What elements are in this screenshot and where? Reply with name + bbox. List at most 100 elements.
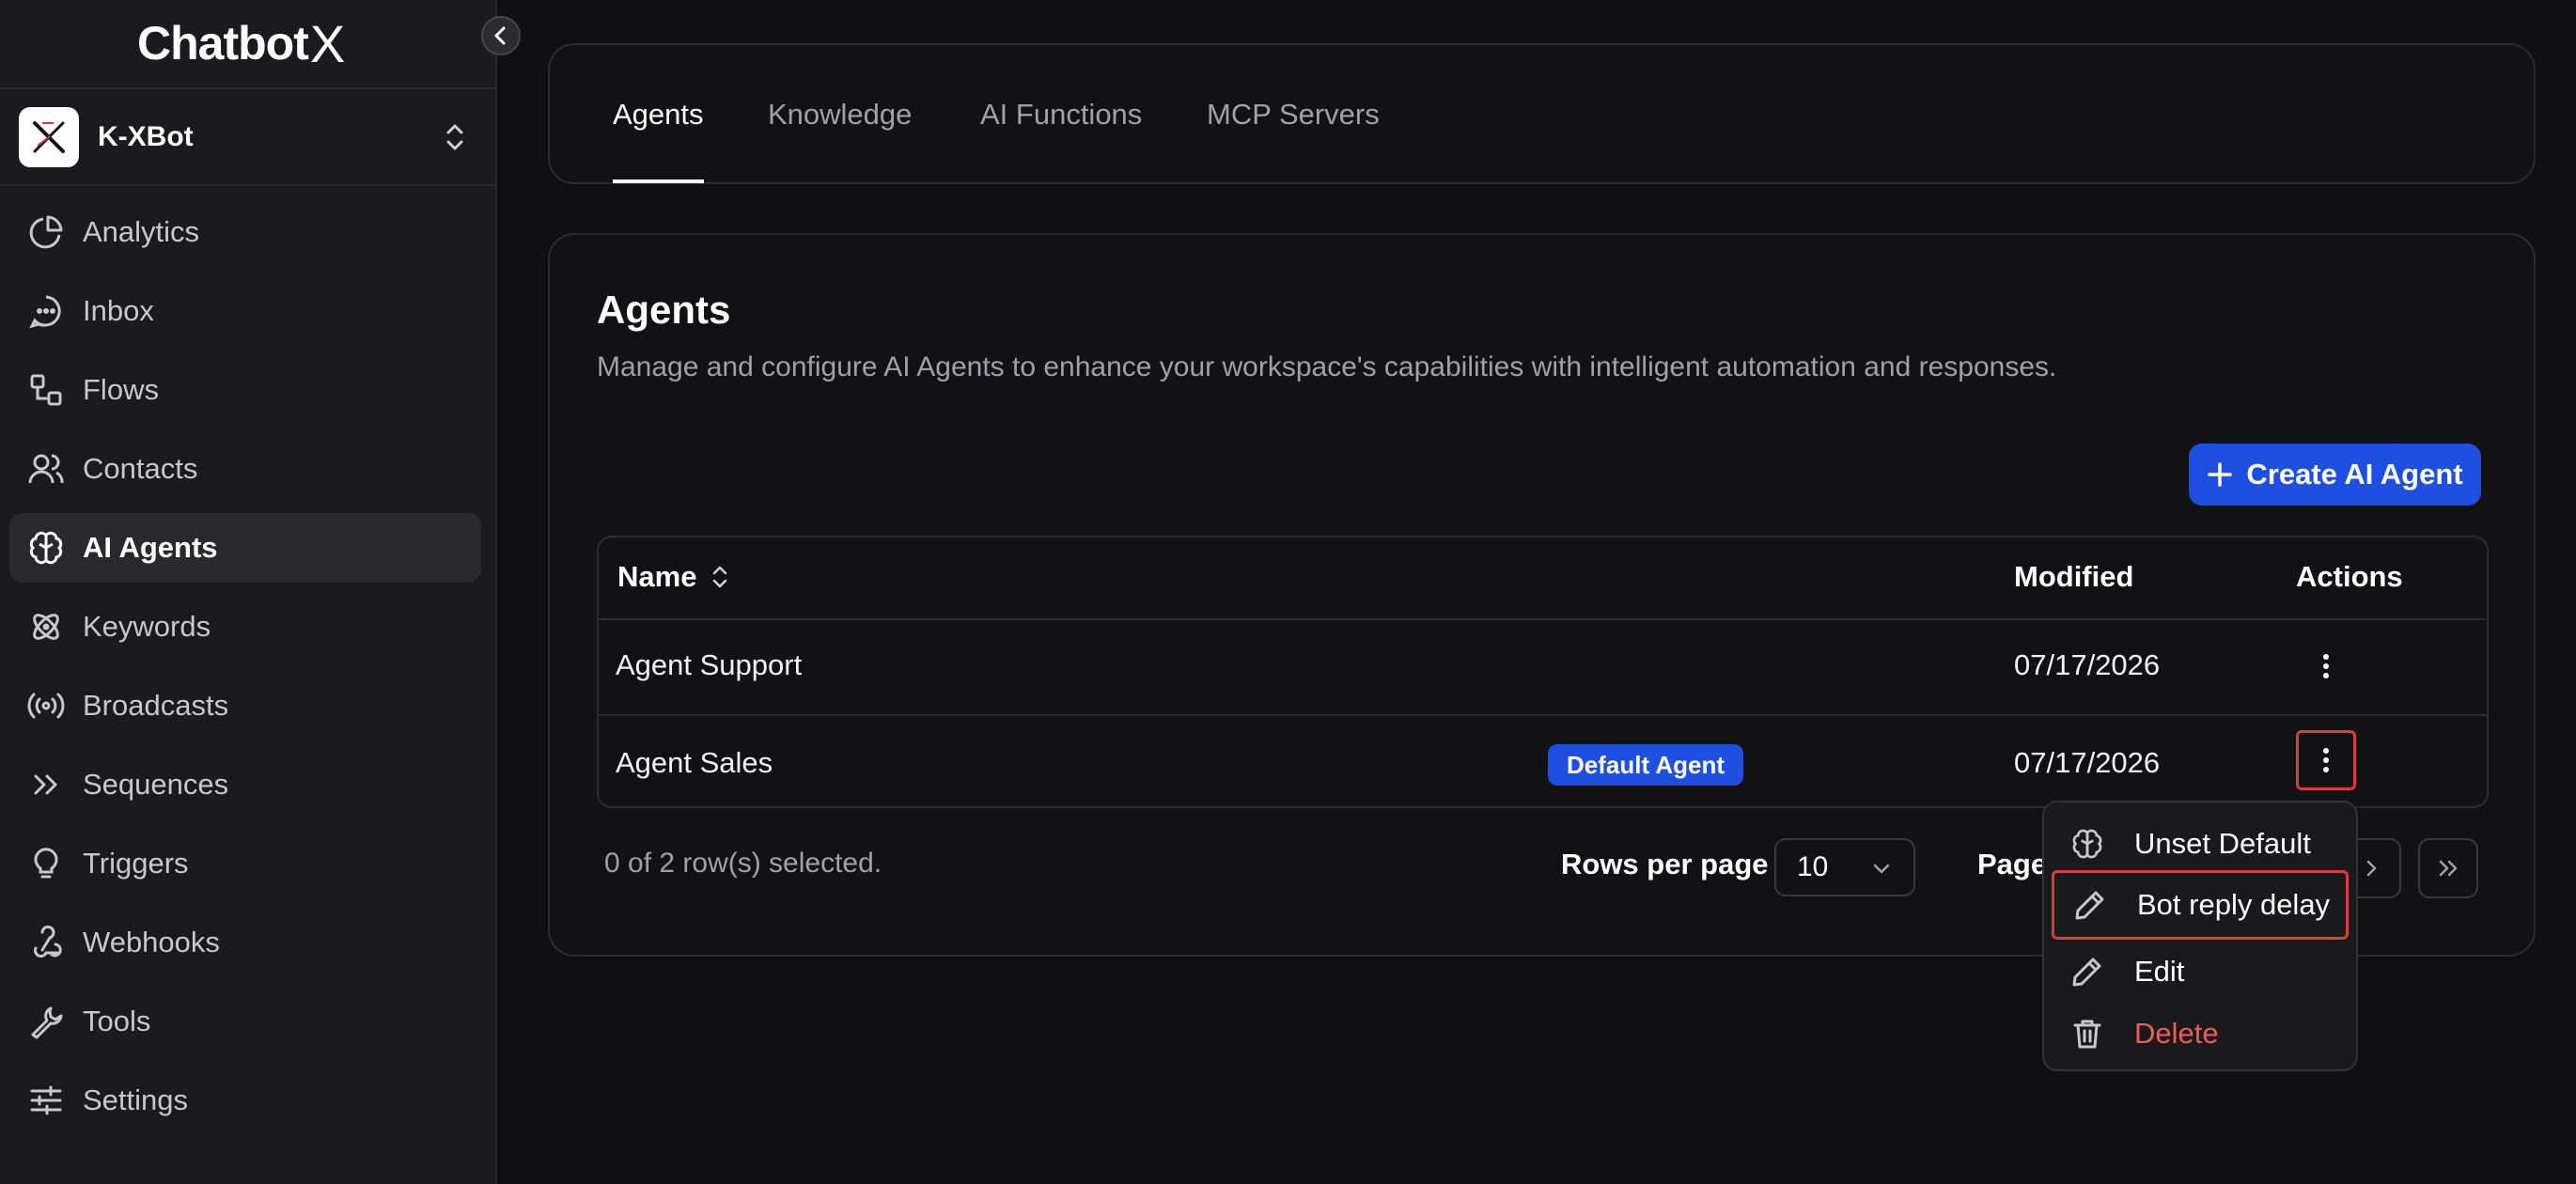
sidebar-item-sequences[interactable]: Sequences: [9, 750, 481, 819]
page-title: Agents: [597, 288, 731, 332]
sidebar-item-label: Settings: [83, 1083, 189, 1116]
sidebar-item-webhooks[interactable]: Webhooks: [9, 908, 481, 977]
rows-per-page-label: Rows per page: [1561, 848, 1769, 880]
sidebar-item-label: Keywords: [83, 610, 211, 643]
table-row[interactable]: Agent Support 07/17/2026: [599, 618, 2487, 716]
rows-per-page-value: 10: [1797, 851, 1829, 882]
agents-table: Name Modified Actions Agent Support 07/1…: [597, 536, 2489, 808]
double-chevron-right-icon: [26, 765, 66, 804]
pencil-icon: [2069, 953, 2106, 990]
row-actions-button[interactable]: [2296, 636, 2356, 696]
row-actions-menu: Unset Default Bot reply delay Edit Delet…: [2042, 801, 2358, 1071]
sidebar-item-label: Contacts: [83, 452, 198, 485]
menu-item-label: Bot reply delay: [2137, 888, 2331, 921]
menu-item-delete[interactable]: Delete: [2052, 1004, 2349, 1064]
sidebar-item-tools[interactable]: Tools: [9, 987, 481, 1056]
sidebar-item-label: Triggers: [83, 847, 189, 880]
page-label: Page: [1977, 848, 2048, 880]
sidebar-item-settings[interactable]: Settings: [9, 1066, 481, 1135]
double-chevron-right-icon: [2436, 858, 2460, 879]
sidebar-item-analytics[interactable]: Analytics: [9, 197, 481, 267]
tab-ai-functions[interactable]: AI Functions: [980, 98, 1142, 132]
sidebar-item-keywords[interactable]: Keywords: [9, 592, 481, 662]
chevron-left-icon: [492, 25, 510, 46]
tabs-bar: Agents Knowledge AI Functions MCP Server…: [548, 43, 2536, 184]
lightbulb-icon: [26, 844, 66, 883]
workspace-x-logo-icon: [33, 121, 65, 153]
column-name-header[interactable]: Name: [617, 560, 730, 594]
chevron-down-icon: [1870, 857, 1893, 880]
atom-icon: [26, 607, 66, 647]
wrench-icon: [26, 1002, 66, 1041]
logo-text: Chatbot: [137, 17, 309, 70]
webhook-icon: [26, 923, 66, 962]
default-agent-badge: Default Agent: [1548, 744, 1744, 786]
workspace-switcher[interactable]: K-XBot: [19, 106, 479, 168]
sidebar-divider: [0, 184, 497, 186]
brain-icon: [2069, 825, 2106, 863]
menu-item-label: Unset Default: [2134, 827, 2311, 860]
menu-item-bot-reply-delay[interactable]: Bot reply delay: [2052, 870, 2349, 940]
broadcast-icon: [26, 686, 66, 725]
tab-knowledge[interactable]: Knowledge: [768, 98, 912, 132]
sidebar-item-label: Analytics: [83, 215, 200, 248]
column-header-label: Name: [617, 560, 697, 593]
agent-modified-date: 07/17/2026: [2014, 746, 2161, 779]
workspace-avatar: [19, 107, 79, 167]
pencil-icon: [2071, 886, 2109, 924]
sliders-icon: [26, 1081, 66, 1120]
brain-icon: [26, 528, 66, 568]
sidebar-item-broadcasts[interactable]: Broadcasts: [9, 671, 481, 740]
create-ai-agent-button[interactable]: Create AI Agent: [2189, 444, 2481, 506]
table-header: Name Modified Actions: [599, 537, 2487, 620]
chevron-up-down-icon: [444, 121, 466, 153]
row-actions-button[interactable]: [2296, 730, 2356, 790]
logo-mark: X: [309, 13, 346, 73]
sidebar-item-label: Tools: [83, 1005, 151, 1037]
sidebar-item-label: Webhooks: [83, 926, 220, 958]
users-icon: [26, 449, 66, 489]
flow-icon: [26, 370, 66, 410]
rows-per-page-select[interactable]: 10: [1774, 838, 1915, 896]
sidebar-item-label: AI Agents: [83, 531, 218, 564]
sidebar-item-flows[interactable]: Flows: [9, 355, 481, 425]
menu-item-label: Delete: [2134, 1017, 2219, 1050]
pie-chart-icon: [26, 212, 66, 252]
sidebar-item-ai-agents[interactable]: AI Agents: [9, 513, 481, 583]
last-page-button[interactable]: [2418, 838, 2478, 898]
sidebar-item-label: Inbox: [83, 294, 154, 327]
menu-item-label: Edit: [2134, 955, 2185, 988]
more-vertical-icon: [2322, 653, 2330, 679]
column-modified-header: Modified: [2014, 560, 2134, 593]
agent-name: Agent Support: [616, 648, 803, 681]
chevron-right-icon: [2362, 858, 2381, 879]
table-row[interactable]: Agent Sales Default Agent 07/17/2026: [599, 716, 2487, 806]
sidebar-nav: Analytics Inbox Flows Contacts AI Agents…: [9, 197, 481, 1145]
active-tab-indicator: [613, 179, 704, 183]
tab-agents[interactable]: Agents: [613, 98, 704, 132]
app-logo[interactable]: Chatbot X: [137, 14, 345, 73]
sidebar: Chatbot X K-XBot Analytics Inbox Flows C…: [0, 0, 497, 1184]
sort-icon: [710, 563, 730, 591]
menu-item-edit[interactable]: Edit: [2052, 942, 2349, 1002]
workspace-name: K-XBot: [98, 121, 194, 152]
sidebar-divider: [0, 87, 497, 89]
sidebar-item-label: Sequences: [83, 768, 229, 801]
menu-item-unset-default[interactable]: Unset Default: [2052, 814, 2349, 874]
agent-name: Agent Sales: [616, 746, 773, 779]
chat-bubble-icon: [26, 291, 66, 331]
sidebar-item-contacts[interactable]: Contacts: [9, 434, 481, 504]
plus-icon: [2207, 461, 2233, 488]
tab-mcp-servers[interactable]: MCP Servers: [1207, 98, 1380, 132]
collapse-sidebar-button[interactable]: [481, 16, 521, 55]
page-description: Manage and configure AI Agents to enhanc…: [597, 351, 2057, 382]
agent-modified-date: 07/17/2026: [2014, 648, 2161, 681]
sidebar-item-label: Broadcasts: [83, 689, 229, 722]
column-actions-header: Actions: [2296, 560, 2403, 593]
selection-count: 0 of 2 row(s) selected.: [604, 848, 882, 879]
sidebar-item-triggers[interactable]: Triggers: [9, 829, 481, 898]
sidebar-item-inbox[interactable]: Inbox: [9, 276, 481, 346]
trash-icon: [2069, 1015, 2106, 1052]
sidebar-item-label: Flows: [83, 373, 159, 406]
create-ai-agent-label: Create AI Agent: [2246, 458, 2463, 491]
